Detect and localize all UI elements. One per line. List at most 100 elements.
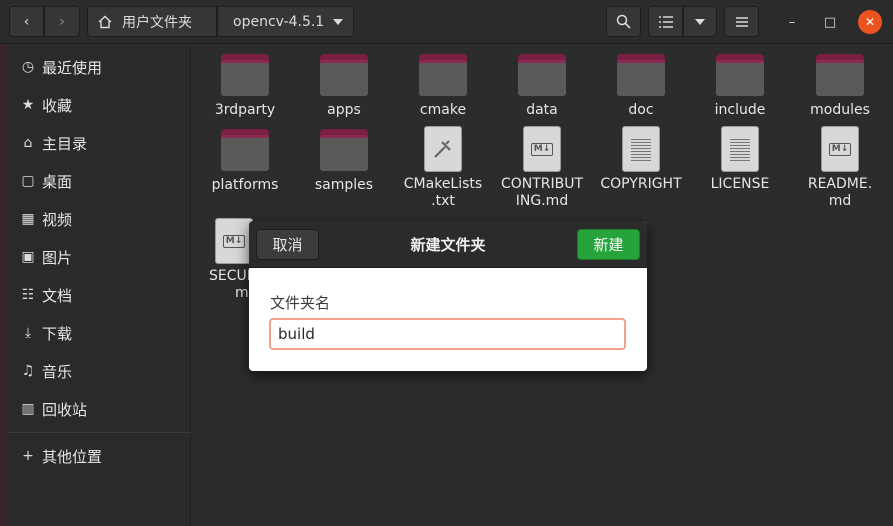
caret-down-icon <box>333 19 343 25</box>
path-current-label: opencv-4.5.1 <box>233 13 325 30</box>
file-item[interactable]: modules <box>792 54 888 119</box>
sidebar: ◷ 最近使用 ★ 收藏 ⌂ 主目录 ▢ 桌面 ▦ 视频 ▣ 图片 ☷ 文档 ⤓ … <box>8 45 191 526</box>
close-icon: ✕ <box>864 15 876 29</box>
maximize-button[interactable]: □ <box>818 10 842 34</box>
folder-icon <box>320 54 368 96</box>
folder-icon <box>221 54 269 96</box>
file-item[interactable]: samples <box>296 129 392 194</box>
sidebar-item-music[interactable]: ♫ 音乐 <box>8 352 191 390</box>
path-home-label: 用户文件夹 <box>122 14 192 31</box>
video-icon: ▦ <box>21 211 35 227</box>
sidebar-item-other-locations[interactable]: + 其他位置 <box>8 437 191 475</box>
sidebar-item-desktop[interactable]: ▢ 桌面 <box>8 162 191 200</box>
home-icon <box>98 15 112 28</box>
file-name: platforms <box>211 177 279 193</box>
cmake-file-icon <box>424 126 462 172</box>
sidebar-item-trash[interactable]: ▥ 回收站 <box>8 390 191 428</box>
pictures-icon: ▣ <box>21 249 35 265</box>
sidebar-item-videos[interactable]: ▦ 视频 <box>8 200 191 238</box>
sidebar-item-label: 其他位置 <box>42 447 103 466</box>
list-view-button[interactable] <box>648 6 683 37</box>
sidebar-item-label: 主目录 <box>42 134 88 153</box>
close-button[interactable]: ✕ <box>858 10 882 34</box>
cancel-button[interactable]: 取消 <box>256 229 319 260</box>
file-item[interactable]: include <box>692 54 788 119</box>
sidebar-item-label: 下载 <box>42 324 73 343</box>
trash-icon: ▥ <box>21 401 35 417</box>
back-button[interactable]: ‹ <box>9 6 44 37</box>
minimize-button[interactable]: – <box>780 10 804 34</box>
path-home-button[interactable]: 用户文件夹 <box>87 6 217 37</box>
file-name: modules <box>810 102 870 118</box>
file-name: CONTRIBUT <box>500 176 584 192</box>
sidebar-item-pictures[interactable]: ▣ 图片 <box>8 238 191 276</box>
recent-icon: ◷ <box>21 59 35 75</box>
folder-icon <box>816 54 864 96</box>
music-icon: ♫ <box>21 363 35 379</box>
file-item[interactable]: LICENSE <box>692 126 788 193</box>
file-item[interactable]: M↓ CONTRIBUT ING.md <box>494 126 590 210</box>
sidebar-item-label: 最近使用 <box>42 58 103 77</box>
text-file-icon <box>721 126 759 172</box>
file-name: data <box>526 102 558 118</box>
plus-icon: + <box>22 448 34 464</box>
sidebar-item-label: 回收站 <box>42 400 88 419</box>
view-options-button[interactable] <box>683 6 717 37</box>
header-bar: ‹ › 用户文件夹 opencv-4.5.1 – □ ✕ <box>0 0 893 44</box>
file-name: 3rdparty <box>214 102 276 118</box>
file-item[interactable]: M↓ README. md <box>792 126 888 210</box>
file-item[interactable]: platforms <box>197 129 293 194</box>
forward-button[interactable]: › <box>44 6 80 37</box>
path-current-button[interactable]: opencv-4.5.1 <box>217 6 354 37</box>
file-item[interactable]: COPYRIGHT <box>593 126 689 193</box>
file-name: README. <box>807 176 873 192</box>
sidebar-item-label: 图片 <box>42 248 73 267</box>
documents-icon: ☷ <box>21 287 35 303</box>
file-item[interactable]: apps <box>296 54 392 119</box>
sidebar-item-label: 文档 <box>42 286 73 305</box>
file-name-line2: .txt <box>431 193 455 209</box>
sidebar-item-recent[interactable]: ◷ 最近使用 <box>8 48 191 86</box>
sidebar-item-starred[interactable]: ★ 收藏 <box>8 86 191 124</box>
file-item[interactable]: cmake <box>395 54 491 119</box>
minimize-icon: – <box>788 14 796 30</box>
chevron-left-icon: ‹ <box>23 13 30 30</box>
file-item[interactable]: doc <box>593 54 689 119</box>
new-folder-dialog: 新建文件夹 取消 新建 文件夹名 <box>249 221 647 371</box>
folder-icon <box>419 54 467 96</box>
folder-name-input[interactable] <box>269 318 626 350</box>
desktop-edge <box>0 45 8 526</box>
file-name: CMakeLists <box>403 176 483 192</box>
file-name: COPYRIGHT <box>600 176 682 192</box>
file-name: samples <box>314 177 374 193</box>
main-menu-button[interactable] <box>724 6 759 37</box>
create-button[interactable]: 新建 <box>577 229 640 260</box>
star-icon: ★ <box>21 97 35 113</box>
sidebar-item-home[interactable]: ⌂ 主目录 <box>8 124 191 162</box>
folder-icon <box>320 129 368 171</box>
folder-icon <box>716 54 764 96</box>
file-item[interactable]: data <box>494 54 590 119</box>
sidebar-item-downloads[interactable]: ⤓ 下载 <box>8 314 191 352</box>
search-icon <box>616 14 631 29</box>
search-button[interactable] <box>606 6 641 37</box>
caret-down-icon <box>695 18 705 25</box>
sidebar-item-label: 收藏 <box>42 96 73 115</box>
file-name: LICENSE <box>710 176 770 192</box>
markdown-file-icon: M↓ <box>821 126 859 172</box>
folder-icon <box>221 129 269 171</box>
file-name-line2: ING.md <box>515 193 569 209</box>
sidebar-item-label: 桌面 <box>42 172 73 191</box>
sidebar-divider <box>8 432 191 433</box>
folder-icon <box>518 54 566 96</box>
sidebar-item-label: 视频 <box>42 210 73 229</box>
home-icon: ⌂ <box>23 135 33 151</box>
desktop-icon: ▢ <box>21 173 35 189</box>
sidebar-item-documents[interactable]: ☷ 文档 <box>8 276 191 314</box>
file-item[interactable]: CMakeLists .txt <box>395 126 491 210</box>
list-view-icon <box>658 15 673 28</box>
text-file-icon <box>622 126 660 172</box>
download-icon: ⤓ <box>24 325 32 341</box>
file-item[interactable]: 3rdparty <box>197 54 293 119</box>
hamburger-menu-icon <box>735 16 748 27</box>
